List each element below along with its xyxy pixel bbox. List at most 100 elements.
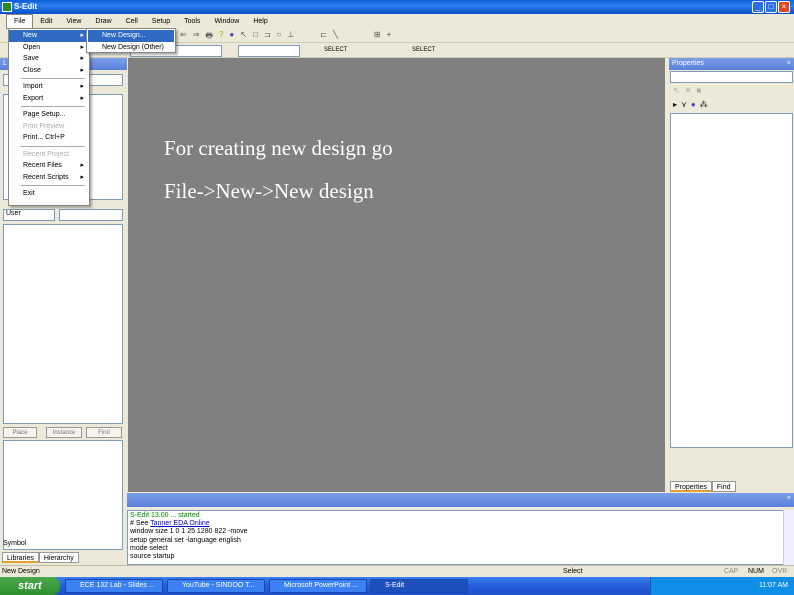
- menu-file[interactable]: File: [6, 13, 34, 29]
- redo-icon[interactable]: ⇒: [193, 30, 200, 44]
- close-icon[interactable]: ×: [787, 58, 791, 70]
- properties-panel: Properties × ↖✕■ ▸⋎●⁂ Properties Find: [669, 58, 794, 493]
- menu-separator: [21, 106, 85, 107]
- tab-libraries[interactable]: Libraries: [2, 552, 39, 563]
- menu-help[interactable]: Help: [246, 15, 274, 28]
- left-tabs: Libraries Hierarchy: [2, 552, 79, 563]
- start-label: start: [18, 580, 42, 592]
- print-icon[interactable]: 🖶: [205, 30, 213, 44]
- circle-icon[interactable]: ○: [277, 30, 282, 44]
- draw-icon[interactable]: ⊏: [320, 30, 327, 44]
- tree-icon[interactable]: ⁂: [700, 100, 712, 109]
- tool-icon[interactable]: ▸: [673, 100, 681, 109]
- instance-button[interactable]: Instance: [46, 427, 82, 438]
- toolbar-combo-2[interactable]: [238, 45, 300, 57]
- select-combo-1[interactable]: SELECT: [324, 47, 347, 53]
- tab-hierarchy[interactable]: Hierarchy: [38, 552, 79, 563]
- menu-edit[interactable]: Edit: [33, 15, 59, 28]
- design-canvas[interactable]: For creating new design go File->New->Ne…: [128, 58, 665, 492]
- submenu-arrow-icon: ▸: [80, 83, 84, 90]
- select-combo-2[interactable]: SELECT: [412, 47, 435, 53]
- filter-icon[interactable]: ⋎: [681, 100, 691, 109]
- menu-item-new-design-other[interactable]: New Design (Other): [88, 42, 174, 54]
- plus-icon[interactable]: +: [387, 30, 392, 44]
- menu-item-print-8[interactable]: Print... Ctrl+P: [9, 132, 89, 144]
- task-powerpoint[interactable]: Microsoft PowerPoint ...: [269, 579, 367, 593]
- new-submenu: New Design... New Design (Other): [86, 28, 176, 53]
- help-icon[interactable]: ?: [219, 30, 223, 44]
- command-line: # See Tanner EDA Online: [130, 520, 791, 528]
- port-icon[interactable]: ⊥: [287, 30, 294, 44]
- filter-combo[interactable]: User: [3, 209, 55, 221]
- menu-item-print-7[interactable]: Print Preview: [9, 121, 89, 133]
- app-icon: [2, 2, 12, 12]
- properties-header: Properties ×: [669, 58, 794, 70]
- line-icon[interactable]: ╲: [333, 30, 338, 44]
- menu-draw[interactable]: Draw: [88, 15, 118, 28]
- menu-window[interactable]: Window: [207, 15, 246, 28]
- tab-properties[interactable]: Properties: [670, 481, 712, 492]
- menu-item-label: Import: [23, 83, 43, 90]
- properties-grid[interactable]: [670, 113, 793, 448]
- find-button[interactable]: Find: [86, 427, 122, 438]
- filter-value: User: [6, 210, 21, 217]
- tanner-online-link[interactable]: Tanner EDA Online: [150, 520, 210, 527]
- filter-input[interactable]: [59, 209, 123, 221]
- command-line: window size 1 0 1 25 1280 822 -move: [130, 528, 791, 536]
- menu-item-exit-12[interactable]: Exit: [9, 188, 89, 200]
- status-bar: New Design Select CAP NUM OVR: [0, 565, 794, 577]
- cell-list[interactable]: [3, 224, 123, 424]
- menu-item-label: Print Preview: [23, 122, 65, 130]
- menu-separator: [21, 78, 85, 79]
- scrollbar[interactable]: [783, 510, 794, 565]
- command-output[interactable]: S-Edit 13.00 ... started # See Tanner EDA…: [127, 510, 794, 565]
- sort-icon[interactable]: ↖: [673, 86, 685, 95]
- properties-combo[interactable]: [670, 71, 793, 83]
- menu-item-export-5[interactable]: Export ▸: [9, 93, 89, 105]
- pointer-icon[interactable]: ↖: [240, 30, 247, 44]
- menu-item-save-2[interactable]: Save ▸: [9, 53, 89, 65]
- menu-view[interactable]: View: [59, 15, 88, 28]
- task-sedit[interactable]: S-Edit: [370, 579, 468, 593]
- menu-item-close-3[interactable]: Close ▸: [9, 65, 89, 77]
- maximize-button[interactable]: □: [765, 1, 777, 13]
- menu-item-recent-9[interactable]: Recent Project: [9, 149, 89, 161]
- place-button[interactable]: Place: [3, 427, 37, 438]
- system-tray: 11:07 AM: [650, 577, 794, 595]
- properties-toolbar: ↖✕■: [673, 86, 706, 95]
- menu-item-label: Close: [23, 66, 41, 74]
- menu-item-page-6[interactable]: Page Setup...: [9, 109, 89, 121]
- menu-tools[interactable]: Tools: [177, 15, 207, 28]
- taskbar: start ECE 132 Lab - Slides ... YouTube -…: [0, 577, 794, 595]
- menu-item-open-1[interactable]: Open ▸: [9, 42, 89, 54]
- symbol-label: Symbol: [3, 540, 27, 547]
- toolbar-icons: ⇐ ⇒ 🖶? ● ↖ □ ⊐ ○ ⊥ ⊏ ╲ ⊞ +: [180, 30, 391, 44]
- task-ece-slides[interactable]: ECE 132 Lab - Slides ...: [65, 579, 163, 593]
- globe-icon[interactable]: ●: [229, 30, 234, 44]
- start-button[interactable]: start: [0, 577, 60, 595]
- wire-icon[interactable]: ⊐: [264, 30, 271, 44]
- clock: 11:07 AM: [758, 582, 788, 589]
- menu-item-label: Recent Files: [23, 162, 62, 169]
- close-icon[interactable]: ×: [787, 493, 791, 505]
- menu-item-new-design[interactable]: New Design...: [88, 30, 174, 42]
- task-youtube[interactable]: YouTube - SINDOO T...: [167, 579, 265, 593]
- menu-item-import-4[interactable]: Import ▸: [9, 81, 89, 93]
- menu-item-recent-11[interactable]: Recent Scripts ▸: [9, 172, 89, 184]
- undo-icon[interactable]: ⇐: [180, 30, 187, 44]
- submenu-arrow-icon: ▸: [80, 162, 84, 169]
- menu-cell[interactable]: Cell: [119, 15, 145, 28]
- align-icon[interactable]: ⊞: [374, 30, 381, 44]
- menu-setup[interactable]: Setup: [145, 15, 177, 28]
- menu-item-new-0[interactable]: New ▸: [9, 30, 89, 42]
- menu-item-recent-10[interactable]: Recent Files ▸: [9, 160, 89, 172]
- trash-icon[interactable]: ■: [696, 86, 706, 95]
- command-text: S-Edit 13.00 ... started: [130, 512, 200, 519]
- submenu-arrow-icon: ▸: [80, 32, 84, 39]
- minimize-button[interactable]: _: [752, 1, 764, 13]
- sphere-icon[interactable]: ●: [691, 100, 700, 109]
- tab-find[interactable]: Find: [711, 481, 736, 492]
- delete-icon[interactable]: ✕: [685, 86, 697, 95]
- close-button[interactable]: ×: [778, 1, 790, 13]
- box-icon[interactable]: □: [253, 30, 258, 44]
